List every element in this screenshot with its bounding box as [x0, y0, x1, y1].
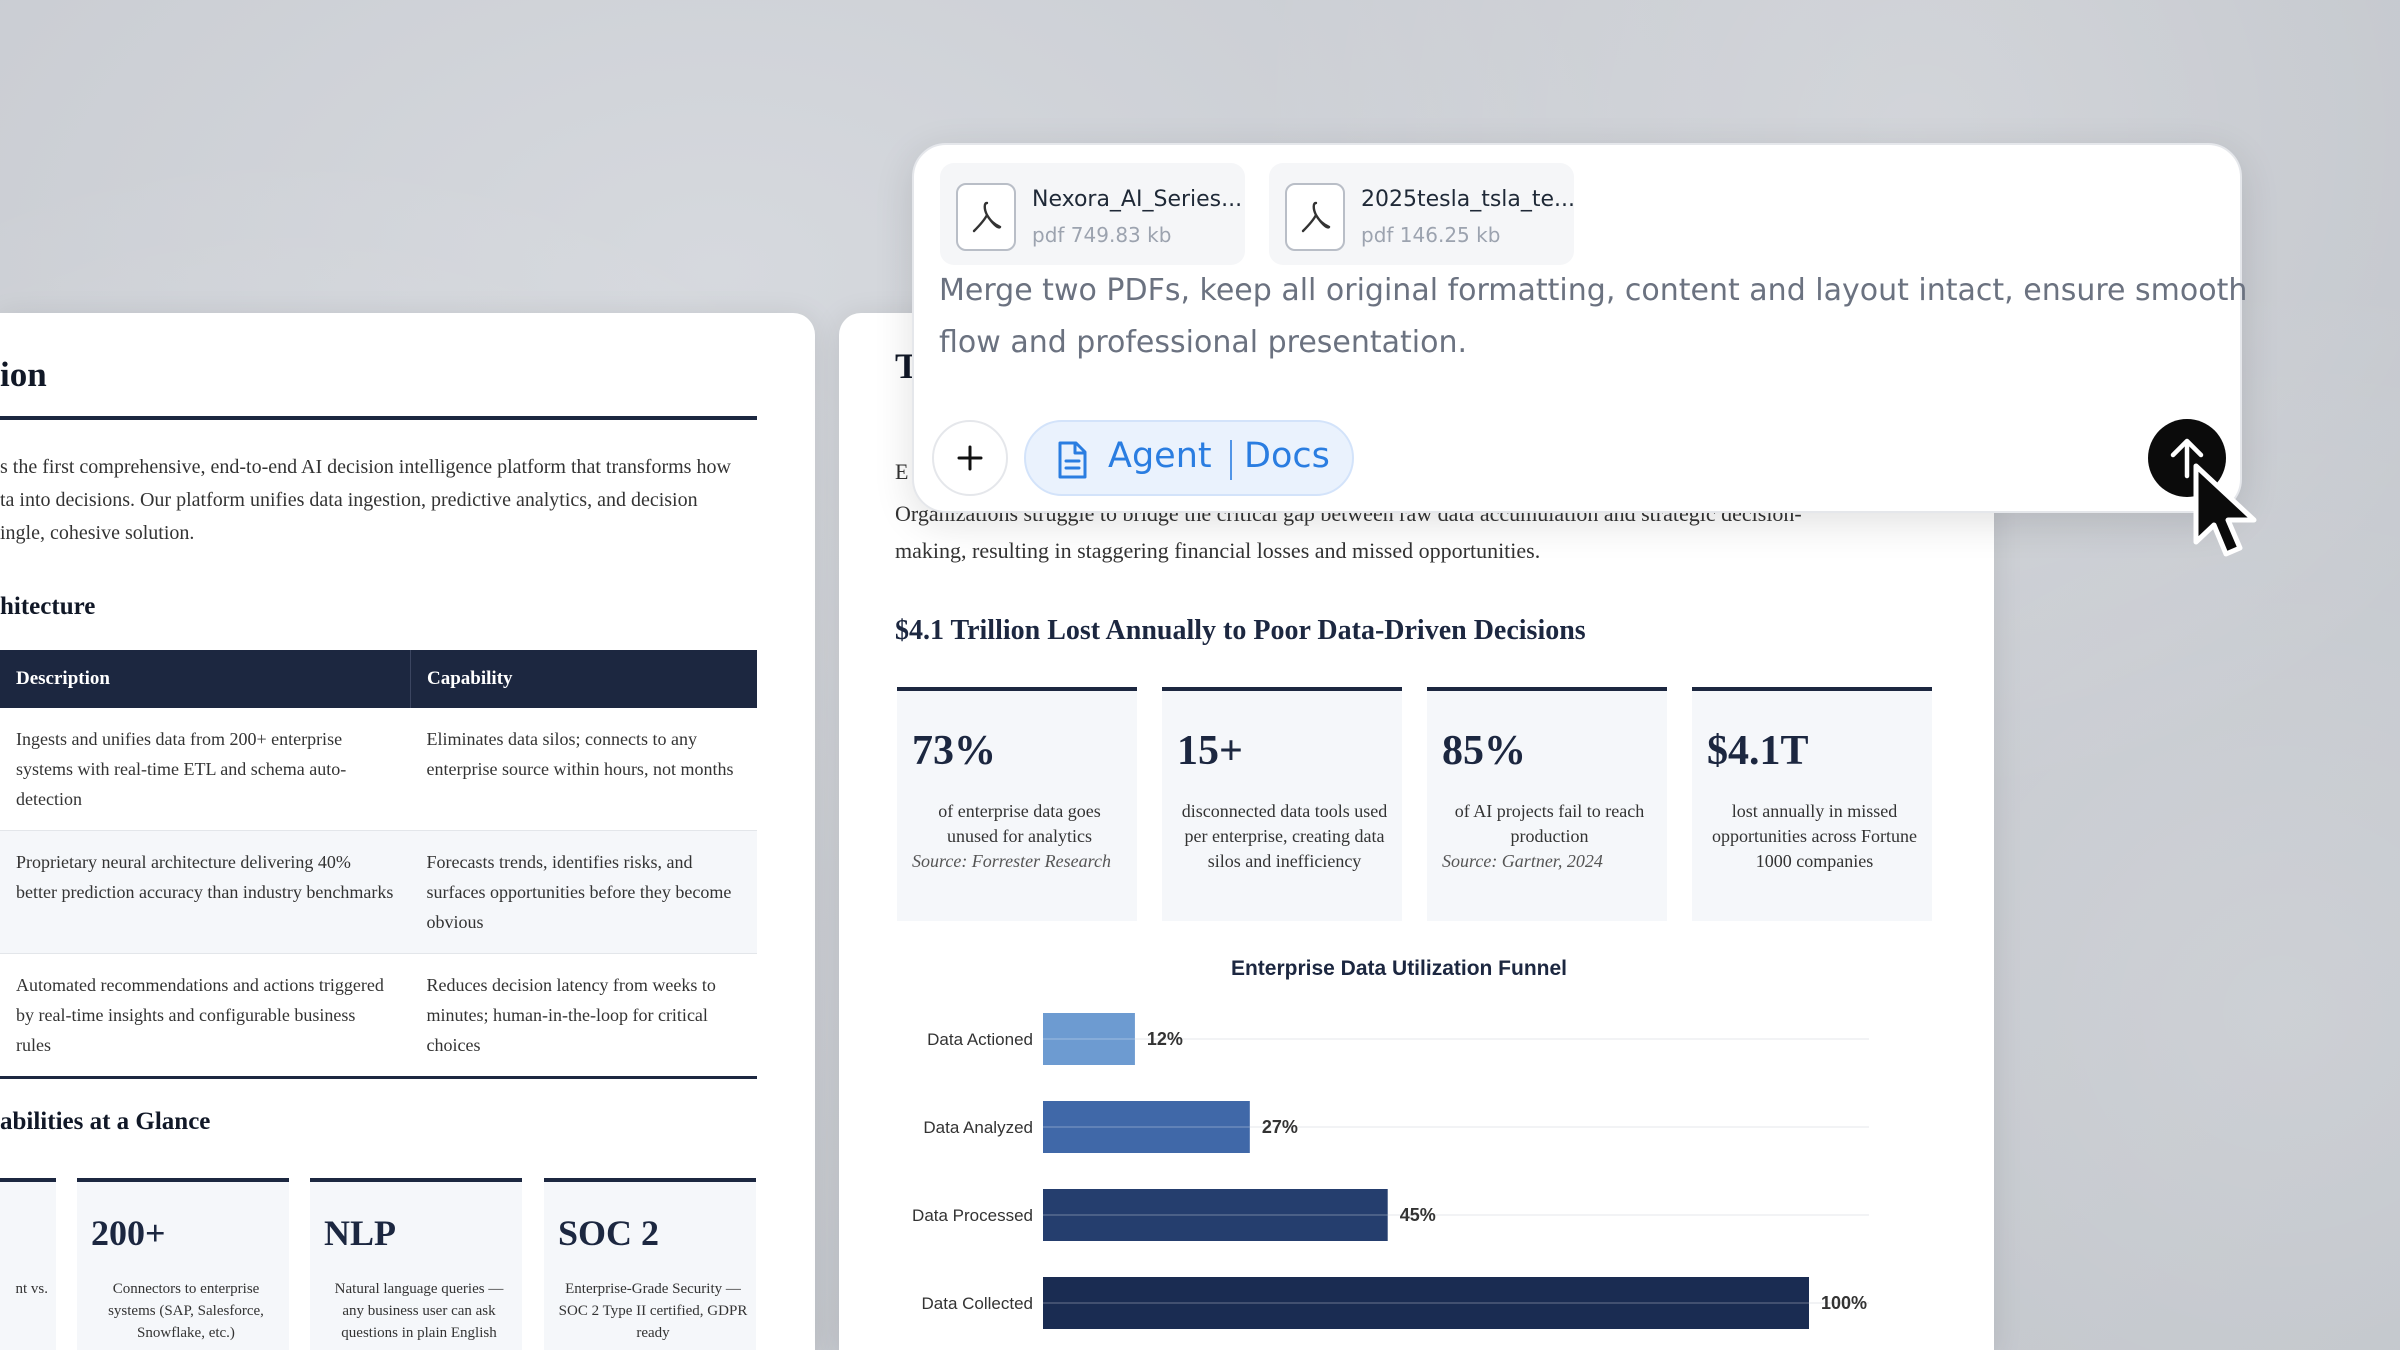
plus-icon [957, 445, 983, 471]
stat-desc: of AI projects fail to reach production … [1442, 799, 1657, 874]
stat-text: lost annually in missed opportunities ac… [1712, 801, 1917, 871]
stat-desc: lost annually in missed opportunities ac… [1707, 799, 1922, 874]
capability-value: SOC 2 [558, 1213, 660, 1253]
funnel-chart: Data Actioned 12% Data Analyzed 27% Data Pro… [912, 1013, 1869, 1329]
capability-cards: nt vs. 200+ Connectors to enterprise sys… [0, 0, 815, 1350]
capability-value: NLP [324, 1213, 396, 1253]
stat-source: Source: Gartner, 2024 [1442, 851, 1603, 871]
capability-desc: Natural language queries — any business … [334, 1281, 504, 1341]
category-label: Data Collected [921, 1294, 1033, 1313]
data-label: 27% [1262, 1117, 1298, 1137]
stat-value: 85% [1442, 728, 1526, 774]
file-meta: pdf 749.83 kb [1032, 223, 1172, 247]
attached-file-chip[interactable]: 2025tesla_tsla_te... pdf 146.25 kb [1269, 163, 1576, 265]
category-label: Data Analyzed [923, 1118, 1033, 1137]
chat-composer: Nexora_AI_Series... pdf 749.83 kb 2025te… [912, 143, 2248, 513]
stat-text: disconnected data tools used per enterpr… [1181, 801, 1388, 871]
category-label: Data Actioned [927, 1030, 1033, 1049]
add-attachment-button[interactable] [932, 420, 1008, 496]
prompt-input[interactable]: Merge two PDFs, keep all original format… [939, 265, 2248, 369]
attached-file-chip[interactable]: Nexora_AI_Series... pdf 749.83 kb [940, 163, 1245, 265]
stat-card: 85% of AI projects fail to reach product… [1427, 687, 1667, 921]
capability-card: nt vs. [0, 1178, 56, 1350]
file-name: 2025tesla_tsla_te... [1361, 187, 1576, 212]
capability-desc: nt vs. [15, 1281, 48, 1297]
stat-card: 73% of enterprise data goes unused for a… [897, 687, 1137, 921]
capability-card: 200+ Connectors to enterprise systems (S… [77, 1178, 289, 1350]
stat-text: of enterprise data goes unused for analy… [938, 801, 1101, 846]
stat-value: $4.1T [1707, 728, 1809, 774]
data-label: 100% [1821, 1293, 1867, 1313]
stat-source: Source: Forrester Research [912, 851, 1111, 871]
mid-doc-line-fragment: E [895, 459, 909, 484]
capability-value: 200+ [91, 1213, 166, 1253]
agent-mode-label: Docs [1244, 436, 1330, 476]
data-label: 45% [1400, 1205, 1436, 1225]
stat-value: 73% [912, 728, 996, 774]
capability-desc: Connectors to enterprise systems (SAP, S… [108, 1281, 264, 1341]
pill-divider [1230, 440, 1232, 480]
funnel-chart-title: Enterprise Data Utilization Funnel [1230, 957, 1568, 980]
data-label: 12% [1147, 1029, 1183, 1049]
paragraph-line: making, resulting in staggering financia… [895, 538, 1541, 563]
capability-card: SOC 2 Enterprise-Grade Security — SOC 2 … [544, 1178, 756, 1350]
agent-mode-selector[interactable]: Agent Docs [1024, 420, 1354, 496]
prompt-line: Merge two PDFs, keep all original format… [939, 273, 2248, 308]
pdf-icon [956, 183, 1016, 251]
stat-value: 15+ [1177, 728, 1243, 774]
prompt-line: flow and professional presentation. [939, 325, 1468, 360]
agent-label: Agent [1108, 436, 1212, 476]
category-label: Data Processed [912, 1206, 1033, 1225]
stat-desc: disconnected data tools used per enterpr… [1177, 799, 1392, 874]
stat-text: of AI projects fail to reach production [1454, 801, 1645, 846]
stat-desc: of enterprise data goes unused for analy… [912, 799, 1127, 874]
mid-doc-heading: $4.1 Trillion Lost Annually to Poor Data… [895, 615, 1586, 646]
pdf-icon [1285, 183, 1345, 251]
capability-card: NLP Natural language queries — any busin… [310, 1178, 522, 1350]
document-icon [1058, 441, 1087, 479]
mouse-cursor-icon [2193, 463, 2257, 557]
stat-card: 15+ disconnected data tools used per ent… [1162, 687, 1402, 921]
stat-card: $4.1T lost annually in missed opportunit… [1692, 687, 1932, 921]
file-meta: pdf 146.25 kb [1361, 223, 1501, 247]
capability-desc: Enterprise-Grade Security — SOC 2 Type I… [558, 1281, 748, 1341]
file-name: Nexora_AI_Series... [1032, 187, 1243, 212]
